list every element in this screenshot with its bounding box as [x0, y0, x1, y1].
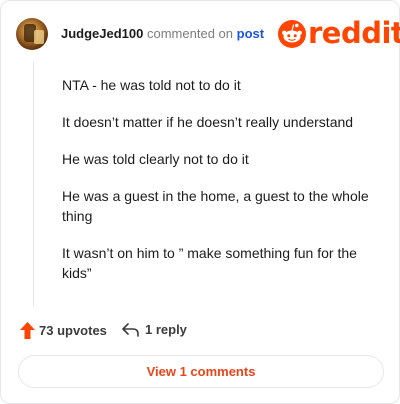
- reddit-wordmark: reddit: [308, 16, 400, 50]
- comment-paragraph: He was a guest in the home, a guest to t…: [62, 188, 369, 224]
- reply-count: 1 reply: [145, 322, 187, 337]
- reddit-logo[interactable]: reddit: [278, 17, 400, 50]
- comment-paragraph: He was told clearly not to do it: [62, 151, 249, 167]
- upvote-arrow-icon: [20, 322, 35, 339]
- comment-meta: JudgeJed100 commented on post: [61, 26, 264, 42]
- view-comments-button[interactable]: View 1 comments: [18, 355, 384, 388]
- comment-body: NTA - he was told not to do it It doesn’…: [62, 75, 382, 300]
- reply-arrow-icon: [122, 323, 139, 337]
- comment-paragraph: It wasn’t on him to ” make something fun…: [62, 245, 357, 281]
- reddit-snoo-icon: [278, 20, 306, 48]
- avatar-shape: [34, 30, 44, 44]
- comment-paragraph: It doesn’t matter if he doesn’t really u…: [62, 114, 354, 130]
- comment-header: JudgeJed100 commented on post reddit: [16, 17, 400, 50]
- avatar[interactable]: [16, 18, 48, 50]
- action-text: commented on: [147, 26, 233, 41]
- post-link[interactable]: post: [237, 26, 264, 41]
- comment-paragraph: NTA - he was told not to do it: [62, 77, 241, 93]
- reply-button[interactable]: 1 reply: [122, 322, 187, 337]
- upvote-count: 73 upvotes: [39, 323, 107, 338]
- comment-actions: 73 upvotes 1 reply: [20, 322, 270, 342]
- comment-card: JudgeJed100 commented on post reddit NTA…: [0, 0, 400, 404]
- thread-line: [33, 61, 34, 307]
- upvote-button[interactable]: 73 upvotes: [20, 322, 107, 339]
- username[interactable]: JudgeJed100: [61, 26, 143, 41]
